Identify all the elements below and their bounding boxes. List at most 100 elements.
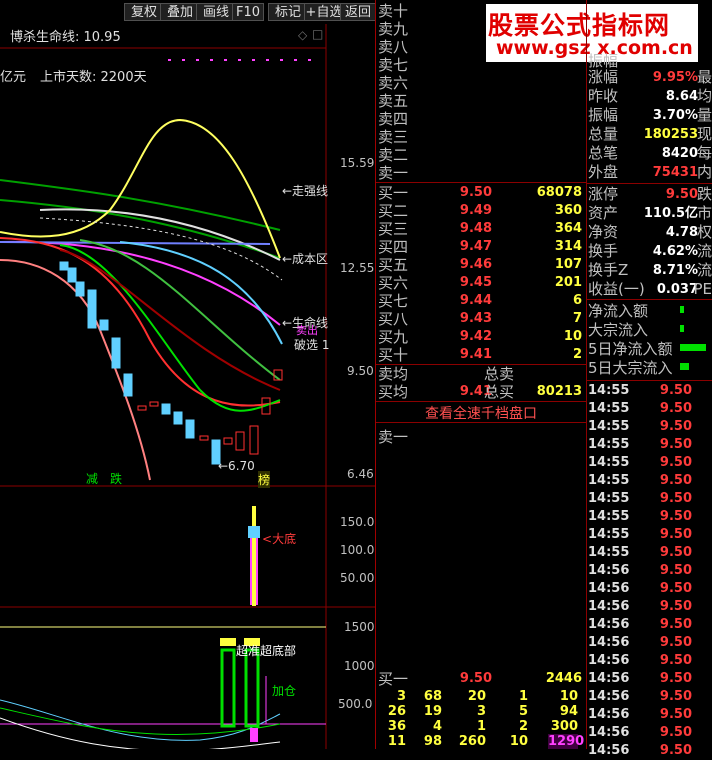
chart-toolbar: 复权 叠加 画线 F10 标记 +自选 返回 [0, 0, 376, 24]
tick-row[interactable]: 14:55 9.50 [587, 526, 712, 544]
jian-signal: 减 [86, 472, 99, 486]
sell-level-row[interactable]: 卖五 [376, 92, 586, 110]
candle [87, 289, 97, 329]
queue-row: 11 98 260 10 1290 [387, 734, 585, 749]
square-icon[interactable]: □ [312, 27, 323, 41]
tick-row[interactable]: 14:55 9.50 [587, 418, 712, 436]
tick-row[interactable]: 14:56 9.50 [587, 652, 712, 670]
tick-row[interactable]: 14:56 9.50 [587, 670, 712, 688]
buy-level-row[interactable]: 买四 9.47 314 [376, 238, 586, 256]
volume-marker [220, 638, 236, 646]
tick-row[interactable]: 14:55 9.50 [587, 508, 712, 526]
tick-row[interactable]: 14:56 9.50 [587, 562, 712, 580]
tick-row[interactable]: 14:55 9.50 [587, 490, 712, 508]
tick-row[interactable]: 14:55 9.50 [587, 382, 712, 400]
tick-row[interactable]: 14:55 9.50 [587, 436, 712, 454]
restore-rights-button[interactable]: 复权 [124, 3, 164, 21]
tick-row[interactable]: 14:56 9.50 [587, 598, 712, 616]
tick-row[interactable]: 14:56 9.50 [587, 688, 712, 706]
f10-button[interactable]: F10 [232, 3, 264, 21]
vol-axis-label: 1000 [344, 659, 375, 673]
add-watchlist-button[interactable]: +自选 [304, 3, 344, 21]
volume-bar [220, 648, 236, 728]
price-axis-label: 12.55 [340, 261, 375, 275]
buy-level-row[interactable]: 买五 9.46 107 [376, 256, 586, 274]
sell-level-row[interactable]: 卖三 [376, 128, 586, 146]
buy-level-row[interactable]: 买一 9.50 68078 [376, 184, 586, 202]
volume-bar [244, 648, 260, 728]
mark-button[interactable]: 标记 [268, 3, 308, 21]
buy-level-row[interactable]: 买三 9.48 364 [376, 220, 586, 238]
stat-row: 振幅 3.70% 量 [588, 106, 712, 124]
moving-average-line [0, 199, 281, 259]
tick-row[interactable]: 14:56 9.50 [587, 616, 712, 634]
buy-level-row[interactable]: 买十 9.41 2 [376, 346, 586, 364]
tick-row[interactable]: 14:56 9.50 [587, 706, 712, 724]
candle [137, 405, 147, 411]
candle [123, 373, 133, 397]
stat-row: 外盘 75431 内 [588, 163, 712, 181]
strong-line [0, 118, 281, 259]
flow-bar [680, 363, 689, 370]
buy-level-row[interactable]: 买六 9.45 201 [376, 274, 586, 292]
add-position-label: 加仓 [272, 684, 297, 698]
tick-row[interactable]: 14:55 9.50 [587, 472, 712, 490]
flow-bar [680, 325, 684, 332]
candle [59, 261, 69, 271]
sell-level-row[interactable]: 卖七 [376, 56, 586, 74]
tick-row[interactable]: 14:56 9.50 [587, 724, 712, 742]
cost-zone-label: ←成本区 [282, 252, 329, 266]
vol-axis-label: 500.0 [338, 697, 373, 711]
buy-level-row[interactable]: 买二 9.49 360 [376, 202, 586, 220]
indicator-bar [252, 506, 256, 606]
tick-row[interactable]: 14:55 9.50 [587, 400, 712, 418]
tick-row[interactable]: 14:56 9.50 [587, 742, 712, 760]
bang-signal: 榜 [258, 471, 271, 488]
price-axis-label: 15.59 [340, 156, 375, 170]
candle [75, 281, 85, 297]
buy-level-row[interactable]: 买七 9.44 6 [376, 292, 586, 310]
price-axis-label: 6.46 [347, 467, 374, 481]
sell-level-row[interactable]: 卖八 [376, 38, 586, 56]
break-label: 破选 1 [294, 338, 330, 352]
overlay-button[interactable]: 叠加 [160, 3, 200, 21]
stat-row: 总量 180253 现 [588, 125, 712, 143]
sell-level-row[interactable]: 卖一 [376, 164, 586, 182]
moving-average-line [79, 239, 281, 381]
dadi-label: <大底 [262, 532, 297, 546]
tick-row[interactable]: 14:56 9.50 [587, 580, 712, 598]
view-full-depth-link[interactable]: 查看全速千档盘口 [376, 403, 586, 423]
sell-level-row[interactable]: 卖十 [376, 2, 586, 20]
tick-row[interactable]: 14:55 9.50 [587, 454, 712, 472]
back-button[interactable]: 返回 [340, 3, 376, 21]
sell-level-row[interactable]: 卖四 [376, 110, 586, 128]
stat-row: 换手Z 8.71% 流 [588, 261, 712, 279]
sell1-queue-label: 卖一 [378, 428, 409, 446]
volume-line [0, 699, 281, 741]
stat-row: 总笔 8420 每 [588, 144, 712, 162]
market-cap-fragment: 亿元 [0, 70, 27, 85]
sell-level-row[interactable]: 卖二 [376, 146, 586, 164]
stat-row: 换手 4.62% 流 [588, 242, 712, 260]
diamond-icon[interactable]: ◇ [298, 28, 307, 42]
buy-level-row[interactable]: 买九 9.42 10 [376, 328, 586, 346]
candle [161, 403, 171, 415]
tick-row[interactable]: 14:56 9.50 [587, 634, 712, 652]
kline-chart[interactable] [0, 24, 376, 749]
flow-bar [680, 306, 684, 313]
sell-level-row[interactable]: 卖六 [376, 74, 586, 92]
ind-axis-label: 50.00 [340, 571, 375, 585]
tick-row[interactable]: 14:55 9.50 [587, 544, 712, 562]
candle [249, 425, 259, 455]
stat-row: 资产 110.5亿市 [588, 204, 712, 222]
buy-level-row[interactable]: 买八 9.43 7 [376, 310, 586, 328]
queue-row: 26 19 3 5 94 [387, 704, 578, 719]
avg-sell-row: 卖均 总卖 [378, 365, 515, 383]
draw-line-button[interactable]: 画线 [196, 3, 236, 21]
sell-level-row[interactable]: 卖九 [376, 20, 586, 38]
strong-line-label: ←走强线 [282, 184, 329, 198]
stat-row: 涨停 9.50 跌 [588, 185, 712, 203]
candle [235, 431, 245, 451]
candle [199, 435, 209, 441]
candle [149, 401, 159, 407]
